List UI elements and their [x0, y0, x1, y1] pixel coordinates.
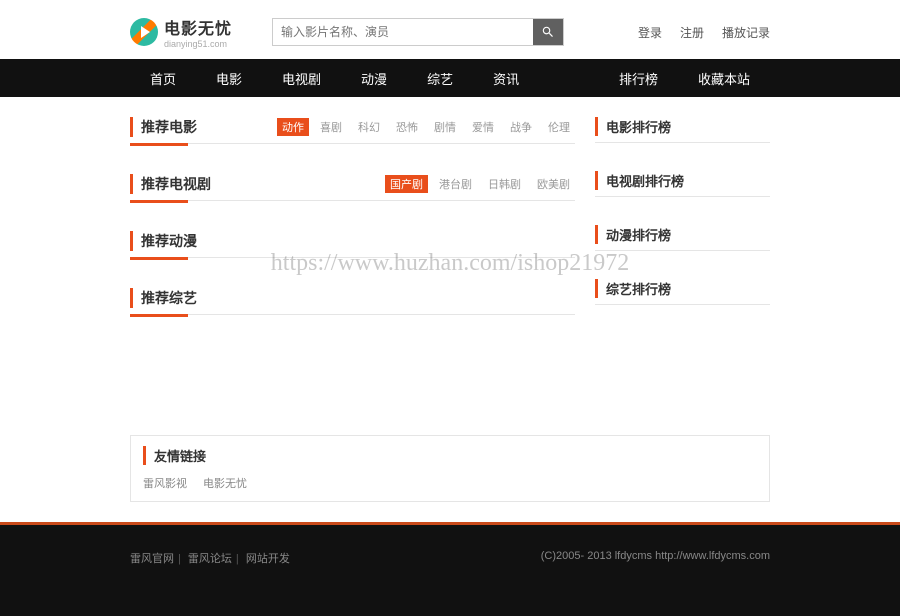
tag-ethics[interactable]: 伦理	[543, 118, 575, 136]
logo[interactable]: 电影无忧 dianying51.com	[130, 15, 232, 49]
section-movie-title: 推荐电影	[130, 117, 197, 137]
rank-variety-title: 综艺排行榜	[595, 279, 671, 298]
logo-icon	[130, 18, 158, 46]
nav-news[interactable]: 资讯	[473, 69, 539, 88]
friendlinks-title: 友情链接	[143, 446, 757, 465]
header: 电影无忧 dianying51.com 登录 注册 播放记录	[130, 0, 770, 59]
footer-link-2[interactable]: 雷风论坛	[188, 553, 232, 565]
section-movie: 推荐电影 动作 喜剧 科幻 恐怖 剧情 爱情 战争 伦理	[130, 117, 575, 146]
rank-variety: 综艺排行榜	[595, 279, 770, 305]
friendlink-1[interactable]: 雷风影视	[143, 475, 187, 491]
main-nav: 首页 电影 电视剧 动漫 综艺 资讯 排行榜 收藏本站	[0, 59, 900, 97]
nav-favorite[interactable]: 收藏本站	[678, 69, 770, 88]
section-variety-title: 推荐综艺	[130, 288, 197, 308]
search-box	[272, 18, 564, 46]
footer-link-1[interactable]: 雷风官网	[130, 553, 174, 565]
tag-jpkr[interactable]: 日韩剧	[483, 175, 526, 193]
section-tv-title: 推荐电视剧	[130, 174, 211, 194]
nav-rank[interactable]: 排行榜	[599, 69, 678, 88]
rank-anime: 动漫排行榜	[595, 225, 770, 251]
nav-anime[interactable]: 动漫	[341, 69, 407, 88]
login-link[interactable]: 登录	[638, 24, 662, 41]
logo-subtitle: dianying51.com	[164, 39, 232, 49]
tag-romance[interactable]: 爱情	[467, 118, 499, 136]
tag-horror[interactable]: 恐怖	[391, 118, 423, 136]
friendlinks-box: 友情链接 雷风影视 电影无忧	[130, 435, 770, 502]
section-variety: 推荐综艺	[130, 288, 575, 317]
rank-anime-title: 动漫排行榜	[595, 225, 671, 244]
nav-tv[interactable]: 电视剧	[262, 69, 341, 88]
footer-copyright: (C)2005- 2013 lfdycms http://www.lfdycms…	[541, 550, 770, 566]
tag-war[interactable]: 战争	[505, 118, 537, 136]
tag-comedy[interactable]: 喜剧	[315, 118, 347, 136]
tag-western[interactable]: 欧美剧	[532, 175, 575, 193]
section-anime: 推荐动漫	[130, 231, 575, 260]
nav-movie[interactable]: 电影	[196, 69, 262, 88]
search-icon	[541, 25, 555, 39]
search-input[interactable]	[273, 19, 533, 45]
section-anime-title: 推荐动漫	[130, 231, 197, 251]
rank-tv-title: 电视剧排行榜	[595, 171, 684, 190]
register-link[interactable]: 注册	[680, 24, 704, 41]
section-tv: 推荐电视剧 国产剧 港台剧 日韩剧 欧美剧	[130, 174, 575, 203]
user-links: 登录 注册 播放记录	[638, 24, 770, 41]
tag-drama[interactable]: 剧情	[429, 118, 461, 136]
tag-hktw[interactable]: 港台剧	[434, 175, 477, 193]
tag-cn[interactable]: 国产剧	[385, 175, 428, 193]
tv-tags: 国产剧 港台剧 日韩剧 欧美剧	[385, 175, 575, 193]
rank-tv: 电视剧排行榜	[595, 171, 770, 197]
tag-action[interactable]: 动作	[277, 118, 309, 136]
nav-home[interactable]: 首页	[130, 69, 196, 88]
search-button[interactable]	[533, 19, 563, 45]
logo-title: 电影无忧	[164, 15, 232, 39]
tag-scifi[interactable]: 科幻	[353, 118, 385, 136]
history-link[interactable]: 播放记录	[722, 24, 770, 41]
rank-movie-title: 电影排行榜	[595, 117, 671, 136]
friendlink-2[interactable]: 电影无忧	[203, 475, 247, 491]
footer-link-3[interactable]: 网站开发	[246, 553, 290, 565]
nav-variety[interactable]: 综艺	[407, 69, 473, 88]
footer: 雷风官网| 雷风论坛| 网站开发 (C)2005- 2013 lfdycms h…	[0, 522, 900, 616]
movie-tags: 动作 喜剧 科幻 恐怖 剧情 爱情 战争 伦理	[277, 118, 575, 136]
rank-movie: 电影排行榜	[595, 117, 770, 143]
